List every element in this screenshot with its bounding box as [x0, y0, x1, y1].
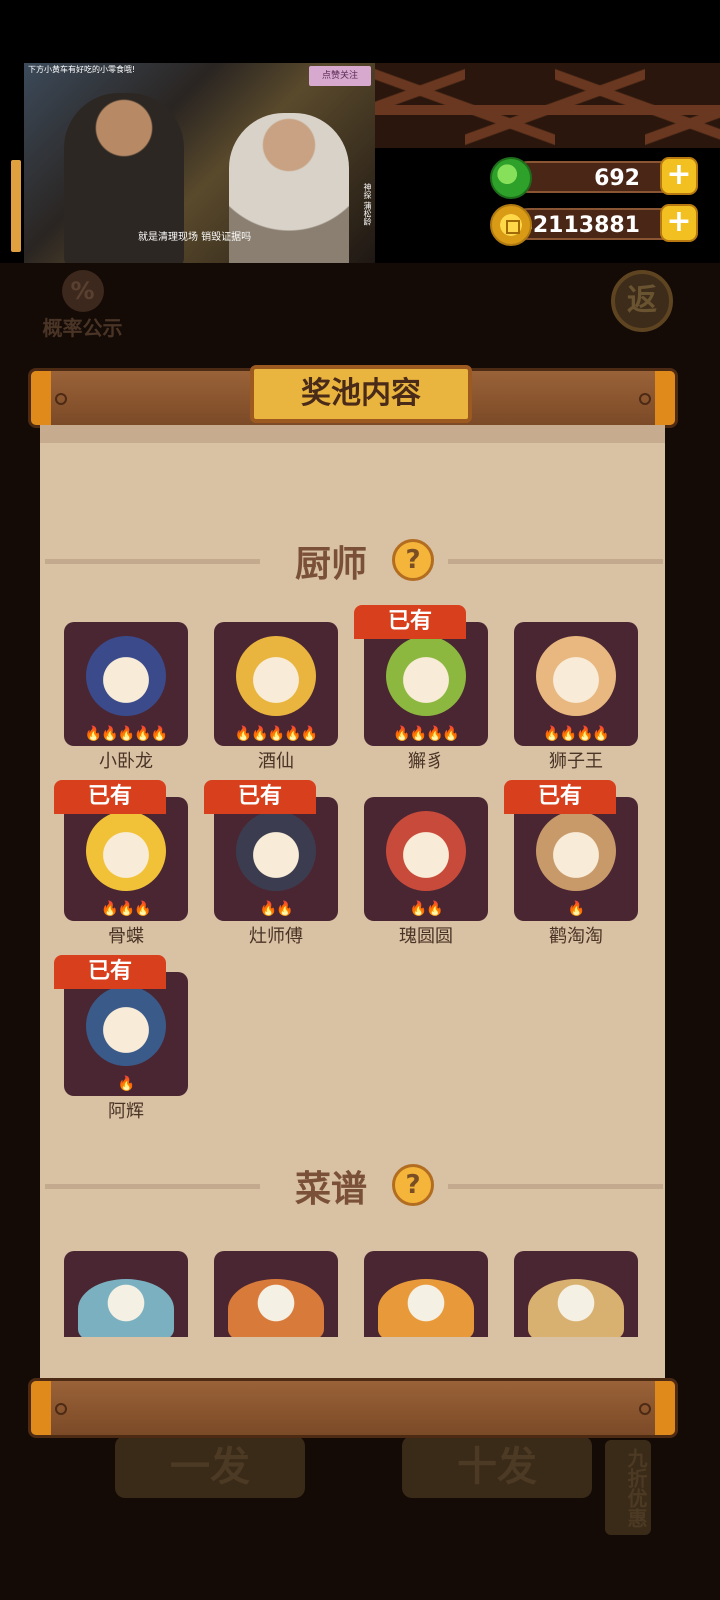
single-draw-button[interactable]: 一发	[115, 1436, 305, 1498]
coin-bar: 42113881	[512, 208, 680, 240]
percent-icon: %	[61, 270, 104, 312]
video-side-text: 神探 蒲松龄	[363, 183, 372, 226]
chef-portrait-8	[86, 986, 166, 1066]
chef-name-3: 狮子王	[549, 751, 603, 772]
chef-name-1: 酒仙	[258, 751, 294, 772]
chef-card-1[interactable]: 🔥🔥🔥🔥🔥	[214, 622, 338, 746]
chef-name-7: 鹳淘淘	[549, 926, 603, 947]
discount-badge: 九折优惠	[605, 1440, 651, 1535]
coin-icon	[490, 204, 532, 246]
dialog-bottom-board	[28, 1378, 678, 1438]
star-flames-icon: 🔥	[117, 1076, 135, 1092]
chef-portrait-5	[236, 811, 316, 891]
divider	[45, 1184, 260, 1189]
chef-card-4[interactable]: 🔥🔥🔥	[64, 797, 188, 921]
star-flames-icon: 🔥	[567, 901, 585, 917]
chef-portrait-0	[86, 636, 166, 716]
drag-handle[interactable]	[11, 160, 21, 252]
dish-image-0	[78, 1279, 174, 1337]
recipe-card-1[interactable]	[214, 1251, 338, 1337]
chef-name-6: 瑰圆圆	[399, 926, 453, 947]
owned-badge: 已有	[354, 605, 466, 639]
chef-card-5[interactable]: 🔥🔥	[214, 797, 338, 921]
chef-name-2: 獬豸	[408, 751, 444, 772]
draw-buttons: 一发 十发	[110, 1436, 610, 1498]
jade-currency: 692 +	[490, 157, 698, 199]
chef-name-0: 小卧龙	[99, 751, 153, 772]
chef-portrait-3	[536, 636, 616, 716]
dish-image-1	[228, 1279, 324, 1337]
coin-currency: 42113881 +	[490, 204, 698, 246]
jade-icon	[490, 157, 532, 199]
nail-icon	[639, 1403, 651, 1415]
recipe-section-title: 菜谱	[295, 1169, 368, 1210]
owned-badge: 已有	[504, 780, 616, 814]
star-flames-icon: 🔥🔥🔥🔥🔥	[234, 726, 318, 742]
chef-section-title: 厨师	[295, 544, 368, 585]
jade-bar: 692	[512, 161, 680, 193]
recipe-card-2[interactable]	[364, 1251, 488, 1337]
video-top-text: 下方小黄车有好吃的小零食哦!	[28, 65, 136, 74]
probability-label: 概率公示	[42, 316, 123, 340]
chef-portrait-4	[86, 811, 166, 891]
star-flames-icon: 🔥🔥	[409, 901, 444, 917]
dish-image-3	[528, 1279, 624, 1337]
divider	[448, 559, 663, 564]
chef-portrait-6	[386, 811, 466, 891]
star-flames-icon: 🔥🔥🔥🔥	[543, 726, 610, 742]
coin-value: 42113881	[517, 213, 640, 238]
add-coins-button[interactable]: +	[660, 204, 698, 242]
chef-card-2[interactable]: 🔥🔥🔥🔥	[364, 622, 488, 746]
divider	[448, 1184, 663, 1189]
nail-icon	[639, 393, 651, 405]
recipe-card-0[interactable]	[64, 1251, 188, 1337]
chef-section-header: 厨师 ?	[40, 535, 665, 585]
recipe-help-icon[interactable]: ?	[392, 1164, 434, 1206]
recipe-section-header: 菜谱 ?	[40, 1160, 665, 1210]
recipe-card-3[interactable]	[514, 1251, 638, 1337]
ten-draw-button[interactable]: 十发	[402, 1436, 592, 1498]
video-player[interactable]: 下方小黄车有好吃的小零食哦! 点赞关注 神探 蒲松龄 就是清理现场 销毁证据吗	[24, 63, 375, 263]
probability-button[interactable]: % 概率公示	[35, 270, 130, 340]
owned-badge: 已有	[54, 955, 166, 989]
chef-portrait-1	[236, 636, 316, 716]
star-flames-icon: 🔥🔥🔥🔥	[393, 726, 460, 742]
dish-image-2	[378, 1279, 474, 1337]
jade-value: 692	[594, 166, 640, 191]
owned-badge: 已有	[54, 780, 166, 814]
video-subtitle: 就是清理现场 销毁证据吗	[138, 232, 252, 243]
star-flames-icon: 🔥🔥	[259, 901, 294, 917]
chef-portrait-7	[536, 811, 616, 891]
star-flames-icon: 🔥🔥🔥	[101, 901, 151, 917]
back-button[interactable]: 返	[611, 270, 673, 332]
nail-icon	[55, 1403, 67, 1415]
star-flames-icon: 🔥🔥🔥🔥🔥	[84, 726, 168, 742]
prize-pool-panel[interactable]: 厨师 ? 🔥🔥🔥🔥🔥 小卧龙 🔥🔥🔥🔥🔥 酒仙 🔥🔥🔥🔥 已有 獬豸 🔥🔥🔥🔥 …	[40, 425, 665, 1380]
add-jade-button[interactable]: +	[660, 157, 698, 195]
chef-card-7[interactable]: 🔥	[514, 797, 638, 921]
chef-card-6[interactable]: 🔥🔥	[364, 797, 488, 921]
chef-portrait-2	[386, 636, 466, 716]
chef-card-0[interactable]: 🔥🔥🔥🔥🔥	[64, 622, 188, 746]
owned-badge: 已有	[204, 780, 316, 814]
divider	[45, 559, 260, 564]
chef-name-8: 阿辉	[108, 1101, 144, 1122]
chef-help-icon[interactable]: ?	[392, 539, 434, 581]
chef-name-5: 灶师傅	[249, 926, 303, 947]
wood-beams-decoration	[375, 63, 720, 148]
like-follow-button[interactable]: 点赞关注	[309, 66, 371, 86]
dialog-title: 奖池内容	[250, 365, 472, 423]
chef-name-4: 骨蝶	[108, 926, 144, 947]
nail-icon	[55, 393, 67, 405]
chef-card-3[interactable]: 🔥🔥🔥🔥	[514, 622, 638, 746]
chef-card-8[interactable]: 🔥	[64, 972, 188, 1096]
